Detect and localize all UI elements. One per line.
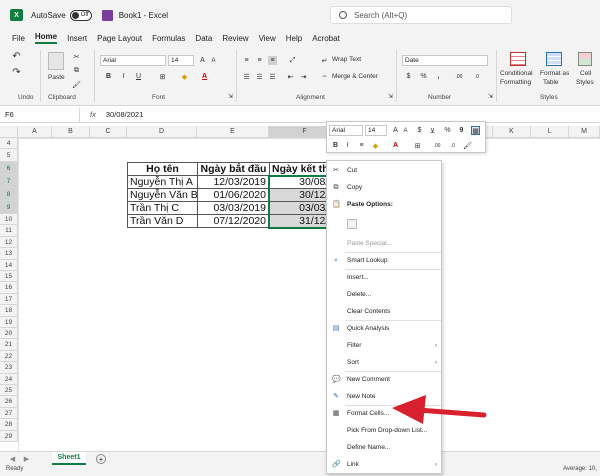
excel-window: X AutoSave Off Book1 - Excel Search (Alt… [0,0,600,476]
annotation-arrow [392,395,487,424]
